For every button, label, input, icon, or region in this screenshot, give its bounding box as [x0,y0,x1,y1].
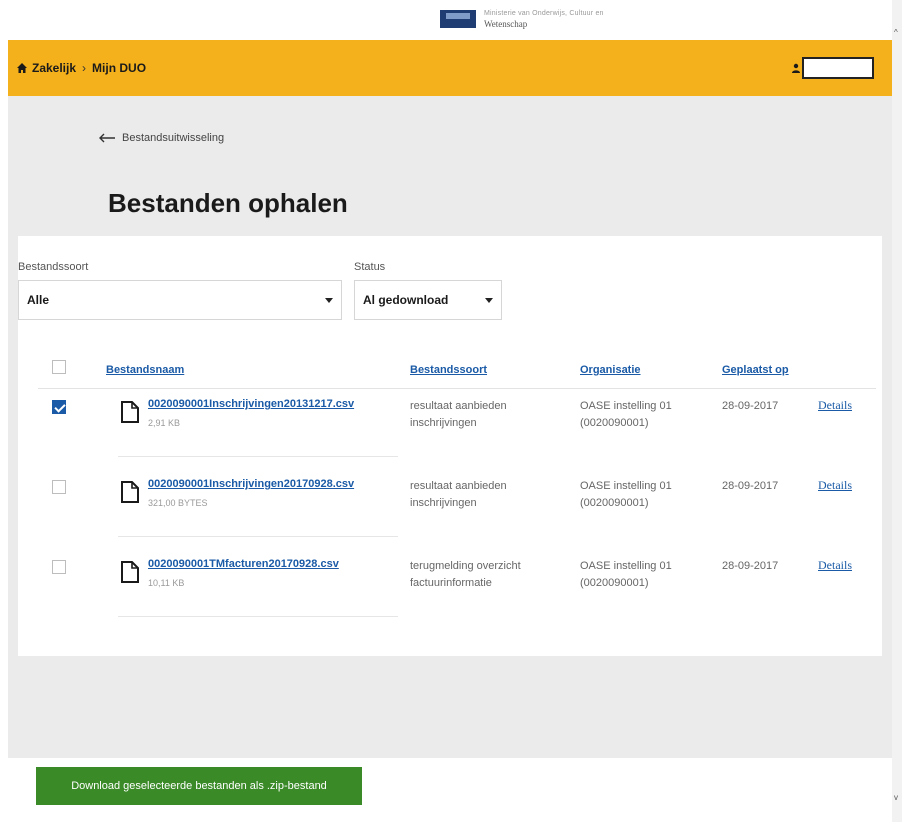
caret-down-icon [485,298,493,303]
status-filter-select[interactable]: Al gedownload [354,280,502,320]
row-divider [118,616,398,617]
table-row: 0020090001Inschrijvingen20170928.csv 321… [18,468,882,548]
type-filter-select[interactable]: Alle [18,280,342,320]
file-icon [121,481,139,503]
file-list-card: Bestandssoort Alle Status Al gedownload … [18,236,882,656]
user-name-field[interactable] [802,57,874,79]
file-type-line-1: terugmelding overzicht [410,560,521,572]
table-row: 0020090001Inschrijvingen20131217.csv 2,9… [18,388,882,468]
file-type: resultaat aanbieden inschrijvingen [410,478,507,512]
top-header: Zakelijk › Mijn DUO [8,40,892,96]
organisation-line-1: OASE instelling 01 [580,560,672,572]
breadcrumb-zakelijk[interactable]: Zakelijk [32,61,76,75]
caret-down-icon [325,298,333,303]
row-divider [118,456,398,457]
vertical-scrollbar[interactable]: ^ v [892,0,902,822]
details-link[interactable]: Details [818,558,852,573]
file-size: 321,00 BYTES [148,498,208,508]
column-bestandsnaam[interactable]: Bestandsnaam [106,364,184,376]
file-name-link[interactable]: 0020090001TMfacturen20170928.csv [148,558,339,570]
user-icon[interactable] [791,63,801,73]
file-type-line-2: inschrijvingen [410,417,477,429]
page: Ministerie van Onderwijs, Cultuur en Wet… [8,0,892,822]
placed-date: 28-09-2017 [722,400,779,412]
breadcrumb-mijn-duo[interactable]: Mijn DUO [92,61,146,75]
organisation-line-1: OASE instelling 01 [580,480,672,492]
status-filter-value: Al gedownload [363,293,449,307]
type-filter-label: Bestandssoort [18,261,89,273]
back-link[interactable]: Bestandsuitwisseling [98,132,224,144]
select-all-checkbox[interactable] [52,360,66,374]
status-filter-label: Status [354,261,386,273]
details-link[interactable]: Details [818,398,852,413]
column-organisatie[interactable]: Organisatie [580,364,641,376]
file-name-link[interactable]: 0020090001Inschrijvingen20170928.csv [148,478,354,490]
organisation-line-2: (0020090001) [580,577,649,589]
arrow-left-icon [99,133,115,143]
details-link[interactable]: Details [818,478,852,493]
file-icon [121,561,139,583]
placed-date: 28-09-2017 [722,560,779,572]
organisation: OASE instelling 01 (0020090001) [580,558,672,592]
type-filter-value: Alle [27,293,50,307]
logo-icon [440,10,476,28]
table-header: Bestandsnaam Bestandssoort Organisatie G… [18,360,882,388]
file-type-line-2: factuurinformatie [410,577,492,589]
scroll-up-icon[interactable]: ^ [894,28,898,37]
scroll-down-icon[interactable]: v [894,793,898,802]
breadcrumb-separator-icon: › [82,61,87,75]
organisation-line-2: (0020090001) [580,417,649,429]
file-icon [121,401,139,423]
file-type: resultaat aanbieden inschrijvingen [410,398,507,432]
main-content: Bestandsuitwisseling Bestanden ophalen B… [8,96,892,758]
bottom-action-bar: Download geselecteerde bestanden als .zi… [8,758,892,822]
home-icon[interactable] [16,62,28,74]
file-name-link[interactable]: 0020090001Inschrijvingen20131217.csv [148,398,354,410]
placed-date: 28-09-2017 [722,480,779,492]
logo-line-1: Ministerie van Onderwijs, Cultuur en [484,10,604,17]
row-checkbox[interactable] [52,480,66,494]
file-type-line-2: inschrijvingen [410,497,477,509]
organisation: OASE instelling 01 (0020090001) [580,478,672,512]
row-checkbox[interactable] [52,400,66,414]
back-link-label: Bestandsuitwisseling [122,132,225,144]
logo-line-2: Wetenschap [484,19,528,29]
file-type-line-1: resultaat aanbieden [410,400,507,412]
column-geplaatst-op[interactable]: Geplaatst op [722,364,789,376]
download-zip-button[interactable]: Download geselecteerde bestanden als .zi… [36,767,362,805]
row-divider [118,536,398,537]
table-row: 0020090001TMfacturen20170928.csv 10,11 K… [18,548,882,628]
row-checkbox[interactable] [52,560,66,574]
file-size: 2,91 KB [148,418,181,428]
organisation: OASE instelling 01 (0020090001) [580,398,672,432]
file-type: terugmelding overzicht factuurinformatie [410,558,521,592]
column-bestandssoort[interactable]: Bestandssoort [410,364,487,376]
breadcrumb: Zakelijk › Mijn DUO [16,61,146,75]
file-size: 10,11 KB [148,578,185,588]
file-type-line-1: resultaat aanbieden [410,480,507,492]
organisation-line-2: (0020090001) [580,497,649,509]
logo-strip: Ministerie van Onderwijs, Cultuur en Wet… [8,0,892,40]
organisation-line-1: OASE instelling 01 [580,400,672,412]
page-title: Bestanden ophalen [108,188,348,218]
window-edge [0,0,8,822]
